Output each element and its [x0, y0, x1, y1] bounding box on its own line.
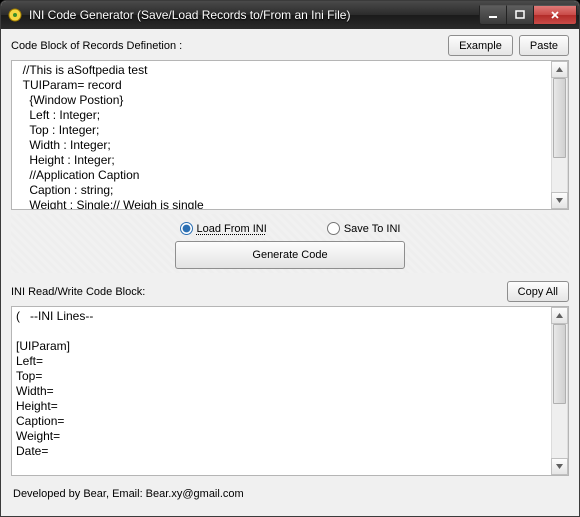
- title-bar[interactable]: INI Code Generator (Save/Load Records to…: [1, 1, 579, 29]
- definition-header-row: Code Block of Records Definetion : Examp…: [11, 35, 569, 56]
- scroll-track[interactable]: [551, 78, 568, 192]
- save-to-ini-radio[interactable]: Save To INI: [327, 222, 401, 235]
- definition-scrollbar[interactable]: [551, 61, 568, 209]
- mode-radio-group: Load From INI Save To INI: [180, 222, 401, 235]
- load-radio-label: Load From INI: [197, 223, 267, 235]
- definition-textbox-wrap: //This is aSoftpedia test TUIParam= reco…: [11, 60, 569, 210]
- footer-text: Developed by Bear, Email: Bear.xy@gmail.…: [11, 480, 569, 502]
- application-window: INI Code Generator (Save/Load Records to…: [0, 0, 580, 517]
- window-controls: [480, 5, 577, 25]
- load-from-ini-radio[interactable]: Load From INI: [180, 222, 267, 235]
- window-title: INI Code Generator (Save/Load Records to…: [29, 8, 480, 22]
- scroll-up-icon[interactable]: [551, 61, 568, 78]
- output-textbox[interactable]: ( --INI Lines-- [UIParam] Left= Top= Wid…: [12, 307, 551, 475]
- minimize-button[interactable]: [479, 5, 507, 25]
- output-label: INI Read/Write Code Block:: [11, 286, 507, 298]
- load-radio-input[interactable]: [180, 222, 193, 235]
- output-header-row: INI Read/Write Code Block: Copy All: [11, 281, 569, 302]
- output-scrollbar[interactable]: [551, 307, 568, 475]
- scroll-track[interactable]: [551, 324, 568, 458]
- scroll-thumb[interactable]: [553, 324, 566, 404]
- example-button[interactable]: Example: [448, 35, 513, 56]
- close-button[interactable]: [533, 5, 577, 25]
- definition-label: Code Block of Records Definetion :: [11, 40, 448, 52]
- copy-all-button[interactable]: Copy All: [507, 281, 569, 302]
- save-radio-label: Save To INI: [344, 223, 401, 235]
- output-textbox-wrap: ( --INI Lines-- [UIParam] Left= Top= Wid…: [11, 306, 569, 476]
- maximize-button[interactable]: [506, 5, 534, 25]
- scroll-up-icon[interactable]: [551, 307, 568, 324]
- definition-textbox[interactable]: //This is aSoftpedia test TUIParam= reco…: [12, 61, 551, 209]
- middle-panel: Load From INI Save To INI Generate Code: [11, 214, 569, 273]
- scroll-down-icon[interactable]: [551, 458, 568, 475]
- scroll-thumb[interactable]: [553, 78, 566, 158]
- paste-button[interactable]: Paste: [519, 35, 569, 56]
- save-radio-input[interactable]: [327, 222, 340, 235]
- scroll-down-icon[interactable]: [551, 192, 568, 209]
- client-area: Code Block of Records Definetion : Examp…: [1, 29, 579, 516]
- generate-code-button[interactable]: Generate Code: [175, 241, 405, 269]
- app-icon: [7, 7, 23, 23]
